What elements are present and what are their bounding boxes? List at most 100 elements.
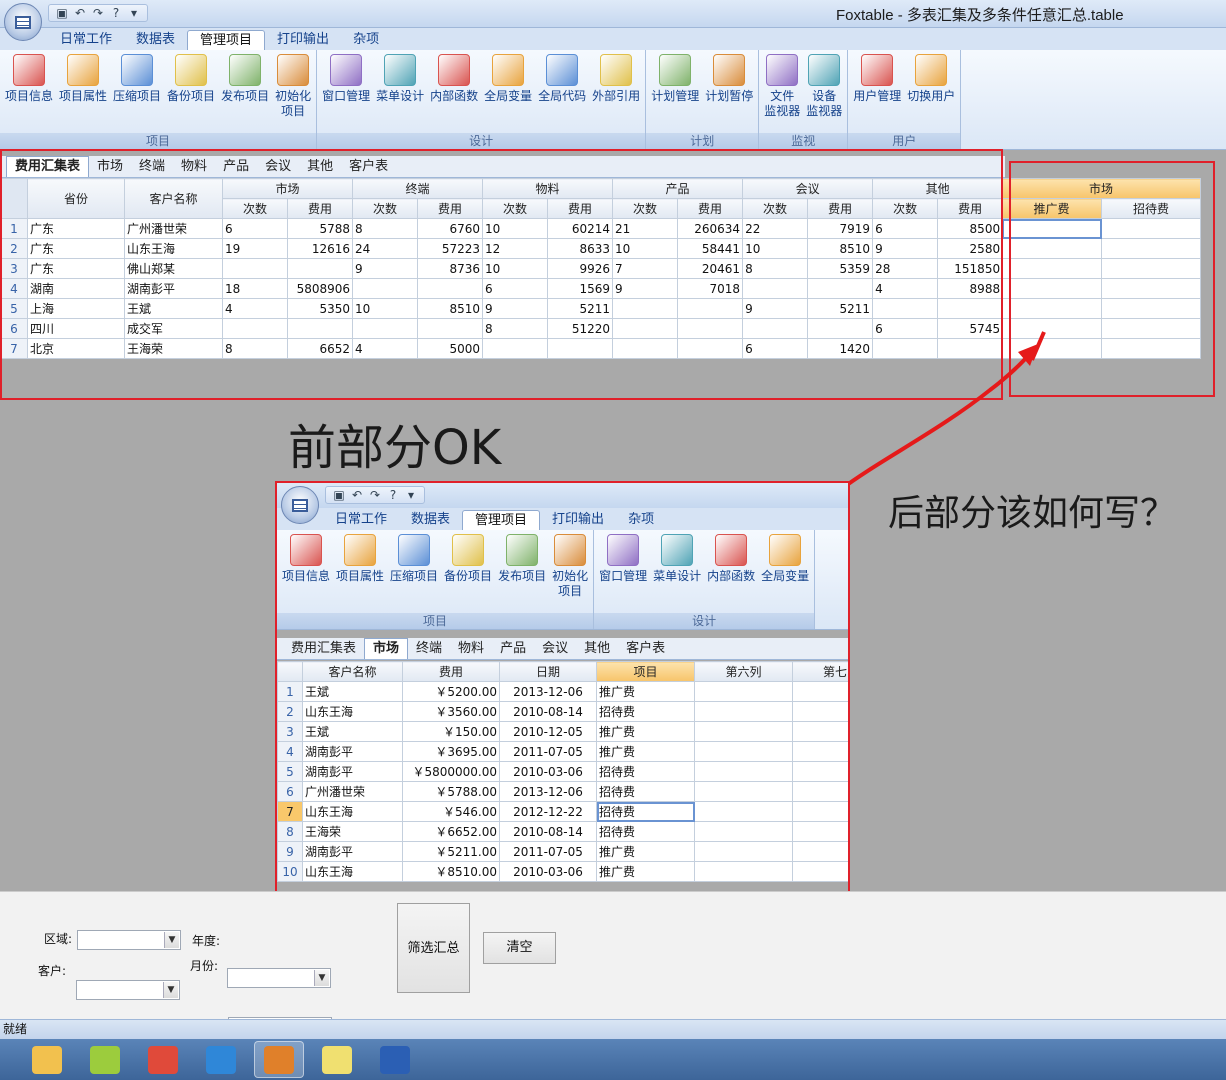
ribbon-button-label: 全局代码 xyxy=(538,89,587,103)
word-icon xyxy=(380,1045,410,1074)
ribbon-group-label: 计划 xyxy=(646,133,759,149)
year-label: 年度: xyxy=(192,934,221,948)
region-combo[interactable]: ▼ xyxy=(77,930,181,950)
ribbon-button-label: 项目属性 xyxy=(59,89,108,103)
ribbon-button-1-5[interactable]: 外部引用 xyxy=(589,54,643,104)
ribbon-button-1-2[interactable]: 内部函数 xyxy=(427,54,481,104)
ribbon-button-label: 全局变量 xyxy=(484,89,533,103)
ribbon-button-1-0[interactable]: 窗口管理 xyxy=(319,54,373,104)
ribbon-button-icon xyxy=(766,54,799,86)
taskbar-button-1[interactable] xyxy=(80,1041,130,1078)
status-bar: 就绪 xyxy=(0,1019,1226,1039)
taskbar-button-2[interactable] xyxy=(138,1041,188,1078)
red-arrow xyxy=(838,331,1046,492)
ribbon-button-3-0[interactable]: 文件 监视器 xyxy=(761,54,803,119)
ribbon-tab-1[interactable]: 数据表 xyxy=(124,30,187,50)
ribbon-group-2: 计划管理 计划暂停计划 xyxy=(646,50,760,149)
ribbon-button-icon xyxy=(713,54,746,86)
ribbon-button-0-1[interactable]: 项目属性 xyxy=(56,54,110,104)
ribbon-button-3-1[interactable]: 设备 监视器 xyxy=(803,54,845,119)
taskbar-button-4[interactable] xyxy=(254,1041,304,1078)
chevron-down-icon[interactable]: ▼ xyxy=(164,932,179,948)
filter-summary-button[interactable]: 筛选汇总 xyxy=(397,903,470,993)
ribbon-button-1-1[interactable]: 菜单设计 xyxy=(373,54,427,104)
ribbon-button-icon xyxy=(546,54,579,86)
ie-icon xyxy=(206,1045,236,1074)
redo-icon[interactable]: ↷ xyxy=(91,6,105,20)
highlight-box-inset xyxy=(275,481,850,922)
ribbon-button-icon xyxy=(915,54,948,86)
ribbon-button-label: 监视器 xyxy=(764,104,801,118)
ribbon-button-label: 设备 xyxy=(812,89,837,103)
inset-orb[interactable] xyxy=(281,486,319,524)
ribbon-button-label: 切换用户 xyxy=(907,89,956,103)
ribbon-button-label: 项目 xyxy=(281,104,306,118)
ribbon-button-0-0[interactable]: 项目信息 xyxy=(2,54,56,104)
app-menu-orb[interactable] xyxy=(4,3,42,41)
ribbon-button-label: 监视器 xyxy=(806,104,843,118)
help-icon xyxy=(322,1045,352,1074)
ribbon-group-1: 窗口管理 菜单设计 内部函数 全局变量 全局代码 外部引用设计 xyxy=(317,50,647,149)
ribbon-button-label: 压缩项目 xyxy=(113,89,162,103)
ribbon-button-label: 计划暂停 xyxy=(705,89,754,103)
chevron-down-icon[interactable]: ▼ xyxy=(163,982,178,998)
taskbar-button-6[interactable] xyxy=(370,1041,420,1078)
chevron-down-icon[interactable]: ▼ xyxy=(314,970,329,986)
ribbon-button-label: 菜单设计 xyxy=(376,89,425,103)
chrome-icon xyxy=(148,1045,178,1074)
ribbon-button-1-3[interactable]: 全局变量 xyxy=(481,54,535,104)
ribbon-button-icon xyxy=(808,54,841,86)
ribbon-button-icon xyxy=(229,54,262,86)
ribbon-button-label: 窗口管理 xyxy=(322,89,371,103)
ribbon-button-2-0[interactable]: 计划管理 xyxy=(648,54,702,104)
ribbon-group-0: 项目信息 项目属性 压缩项目 备份项目 发布项目 初始化 项目 项目 xyxy=(0,50,318,149)
window-title: Foxtable - 多表汇集及多条件任意汇总.table xyxy=(836,7,1124,24)
taskbar-button-0[interactable] xyxy=(22,1041,72,1078)
ribbon-group-label: 设计 xyxy=(317,133,646,149)
ribbon-button-4-1[interactable]: 切换用户 xyxy=(904,54,958,104)
ribbon-button-0-3[interactable]: 备份项目 xyxy=(164,54,218,104)
taskbar-button-5[interactable] xyxy=(312,1041,362,1078)
ribbon-button-4-0[interactable]: 用户管理 xyxy=(850,54,904,104)
ribbon-group-label: 监视 xyxy=(759,133,848,149)
ribbon-tab-0[interactable]: 日常工作 xyxy=(48,30,124,50)
help-icon[interactable]: ? xyxy=(109,6,123,20)
ribbon-button-icon xyxy=(277,54,310,86)
quick-access-toolbar: ▣ ↶ ↷ ? ▾ xyxy=(48,4,148,22)
dropdown-arrow-icon[interactable]: ▾ xyxy=(127,6,141,20)
customer-combo[interactable]: ▼ xyxy=(76,980,180,1000)
region-label: 区域: xyxy=(44,932,73,946)
ribbon-tab-3[interactable]: 打印输出 xyxy=(265,30,341,50)
filter-panel xyxy=(0,891,1226,1019)
ribbon-tab-4[interactable]: 杂项 xyxy=(341,30,391,50)
ribbon-button-0-5[interactable]: 初始化 项目 xyxy=(272,54,314,119)
ribbon-group-label: 项目 xyxy=(0,133,317,149)
save-icon[interactable]: ▣ xyxy=(55,6,69,20)
ribbon-button-icon xyxy=(384,54,417,86)
ribbon-button-1-4[interactable]: 全局代码 xyxy=(535,54,589,104)
ribbon-button-label: 备份项目 xyxy=(167,89,216,103)
annotation-right: 后部分该如何写？ xyxy=(888,493,1177,534)
ribbon-button-label: 项目信息 xyxy=(5,89,54,103)
ribbon-button-label: 外部引用 xyxy=(592,89,641,103)
undo-icon[interactable]: ↶ xyxy=(73,6,87,20)
ribbon-button-icon xyxy=(492,54,525,86)
customer-label: 客户: xyxy=(38,964,67,978)
ribbon-button-2-1[interactable]: 计划暂停 xyxy=(702,54,756,104)
ribbon-button-icon xyxy=(438,54,471,86)
ribbon-tab-2[interactable]: 管理项目 xyxy=(187,30,266,50)
folder-icon xyxy=(32,1045,62,1074)
ribbon-button-icon xyxy=(600,54,633,86)
ribbon-button-0-4[interactable]: 发布项目 xyxy=(218,54,272,104)
ribbon-button-label: 初始化 xyxy=(275,89,312,103)
year-combo[interactable]: ▼ xyxy=(227,968,331,988)
taskbar-button-3[interactable] xyxy=(196,1041,246,1078)
clear-button[interactable]: 清空 xyxy=(483,932,556,964)
ribbon-button-icon xyxy=(861,54,894,86)
ribbon: 项目信息 项目属性 压缩项目 备份项目 发布项目 初始化 项目 项目 窗口管理 菜单设计 内部函数全… xyxy=(0,50,1226,150)
ribbon-button-icon xyxy=(175,54,208,86)
month-label: 月份: xyxy=(190,959,219,973)
ribbon-group-3: 文件 监视器 设备 监视器监视 xyxy=(759,50,849,149)
ribbon-button-label: 文件 xyxy=(770,89,795,103)
ribbon-button-0-2[interactable]: 压缩项目 xyxy=(110,54,164,104)
